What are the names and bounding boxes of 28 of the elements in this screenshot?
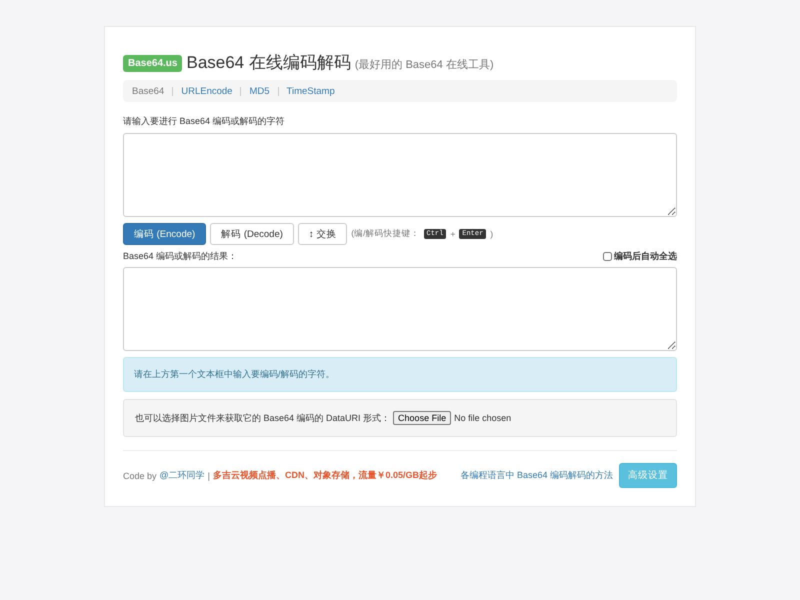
auto-select-checkbox[interactable] [603,252,612,261]
nav-link[interactable]: Base64 [132,86,164,96]
credit-text: Code by [123,470,157,480]
result-label: Base64 编码或解码的结果： [123,250,238,263]
plus-sign: + [450,229,456,239]
input-field[interactable] [123,133,677,217]
page-title: Base64 在线编码解码 [186,52,351,74]
checkbox-label: 编码后自动全选 [614,250,677,263]
result-field[interactable] [123,267,677,351]
file-status: No file chosen [454,413,512,423]
site-badge: Base64.us [123,55,182,72]
shortcut-hint: (编/解码快捷键： [351,228,420,240]
action-button[interactable]: 解码 (Decode) [210,223,294,245]
author-link[interactable]: @二环同学 [160,469,205,482]
page-subtitle: (最好用的 Base64 在线工具) [354,58,494,72]
encode-button[interactable]: 编码 (Encode) [123,223,206,245]
info-alert: 请在上方第一个文本框中输入要编码/解码的字符。 [123,357,677,392]
footer-separator: | [208,470,210,480]
nav-link[interactable]: URLEncode [181,86,232,96]
nav-link[interactable]: MD5 [249,86,270,96]
closing-paren: ) [490,229,494,239]
nav-link[interactable]: TimeStamp [286,86,335,96]
methods-link[interactable]: 各编程语言中 Base64 编码解码的方法 [460,469,613,482]
choose-file-button[interactable]: Choose File [393,411,452,425]
input-label: 请输入要进行 Base64 编码或解码的字符 [123,115,286,128]
file-label: 也可以选择图片文件来获取它的 Base64 编码的 DataURI 形式： [135,412,390,424]
promo-link[interactable]: 多吉云视频点播、CDN、对象存储，流量￥0.05/GB起步 [213,469,438,482]
action-button[interactable]: ↕ 交换 [298,223,348,245]
